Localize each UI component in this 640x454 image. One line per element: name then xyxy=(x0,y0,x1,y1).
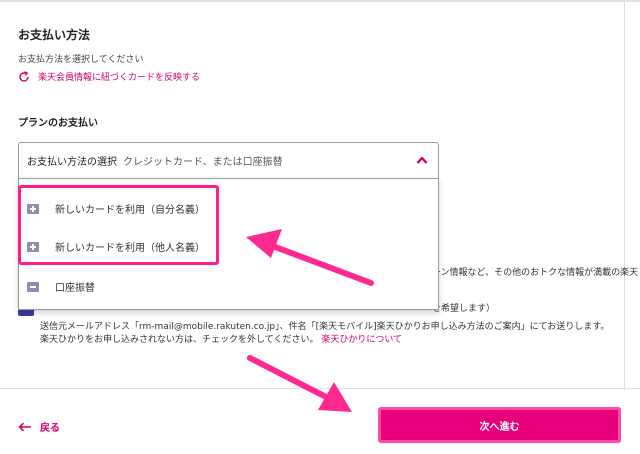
footer-divider xyxy=(0,388,640,389)
annotation-arrow-to-next xyxy=(247,355,352,412)
bank-transfer-icon xyxy=(27,281,39,292)
plus-icon xyxy=(27,241,39,252)
plan-payment-title: プランのお支払い xyxy=(18,118,98,129)
payment-section-title: お支払い方法 xyxy=(18,28,91,42)
top-divider xyxy=(0,0,640,2)
refresh-card-link[interactable]: 楽天会員情報に紐づくカードを反映する xyxy=(18,70,200,83)
arrow-left-icon xyxy=(18,422,31,431)
chevron-up-icon xyxy=(416,156,428,164)
checkbox-label-fragment: を希望します） xyxy=(432,304,496,314)
back-button-label: 戻る xyxy=(40,423,60,434)
payment-method-dropdown: 新しいカードを利用（自分名義） 新しいカードを利用（他人名義） 口座振替 xyxy=(18,178,439,310)
rakuten-hikari-link[interactable]: 楽天ひかりについて xyxy=(321,335,402,345)
plus-icon xyxy=(27,203,39,214)
refresh-card-link-label: 楽天会員情報に紐づくカードを反映する xyxy=(38,73,201,83)
next-button[interactable]: 次へ進む xyxy=(378,407,621,443)
option-label: 口座振替 xyxy=(55,283,95,294)
select-label: お支払い方法の選択 xyxy=(27,157,117,168)
back-button[interactable]: 戻る xyxy=(18,419,60,434)
refresh-icon xyxy=(19,70,29,82)
option-new-card-own[interactable]: 新しいカードを利用（自分名義） xyxy=(27,201,205,216)
option-label: 新しいカードを利用（自分名義） xyxy=(55,205,205,216)
option-bank-transfer[interactable]: 口座振替 xyxy=(27,279,95,294)
option-new-card-other[interactable]: 新しいカードを利用（他人名義） xyxy=(27,239,205,254)
payment-section-subtitle: お支払方法を選択してください xyxy=(18,55,144,65)
newsletter-text-fragment: ーン情報など、その他のおトクな情報が満載の楽天 xyxy=(432,268,639,278)
right-border-line xyxy=(624,0,625,390)
email-note: 送信元メールアドレス「rm-mail@mobile.rakuten.co.jp」… xyxy=(40,321,610,347)
payment-method-select[interactable]: お支払い方法の選択 クレジットカード、または口座振替 xyxy=(18,142,439,178)
option-label: 新しいカードを利用（他人名義） xyxy=(55,243,205,254)
select-value: クレジットカード、または口座振替 xyxy=(123,157,283,168)
